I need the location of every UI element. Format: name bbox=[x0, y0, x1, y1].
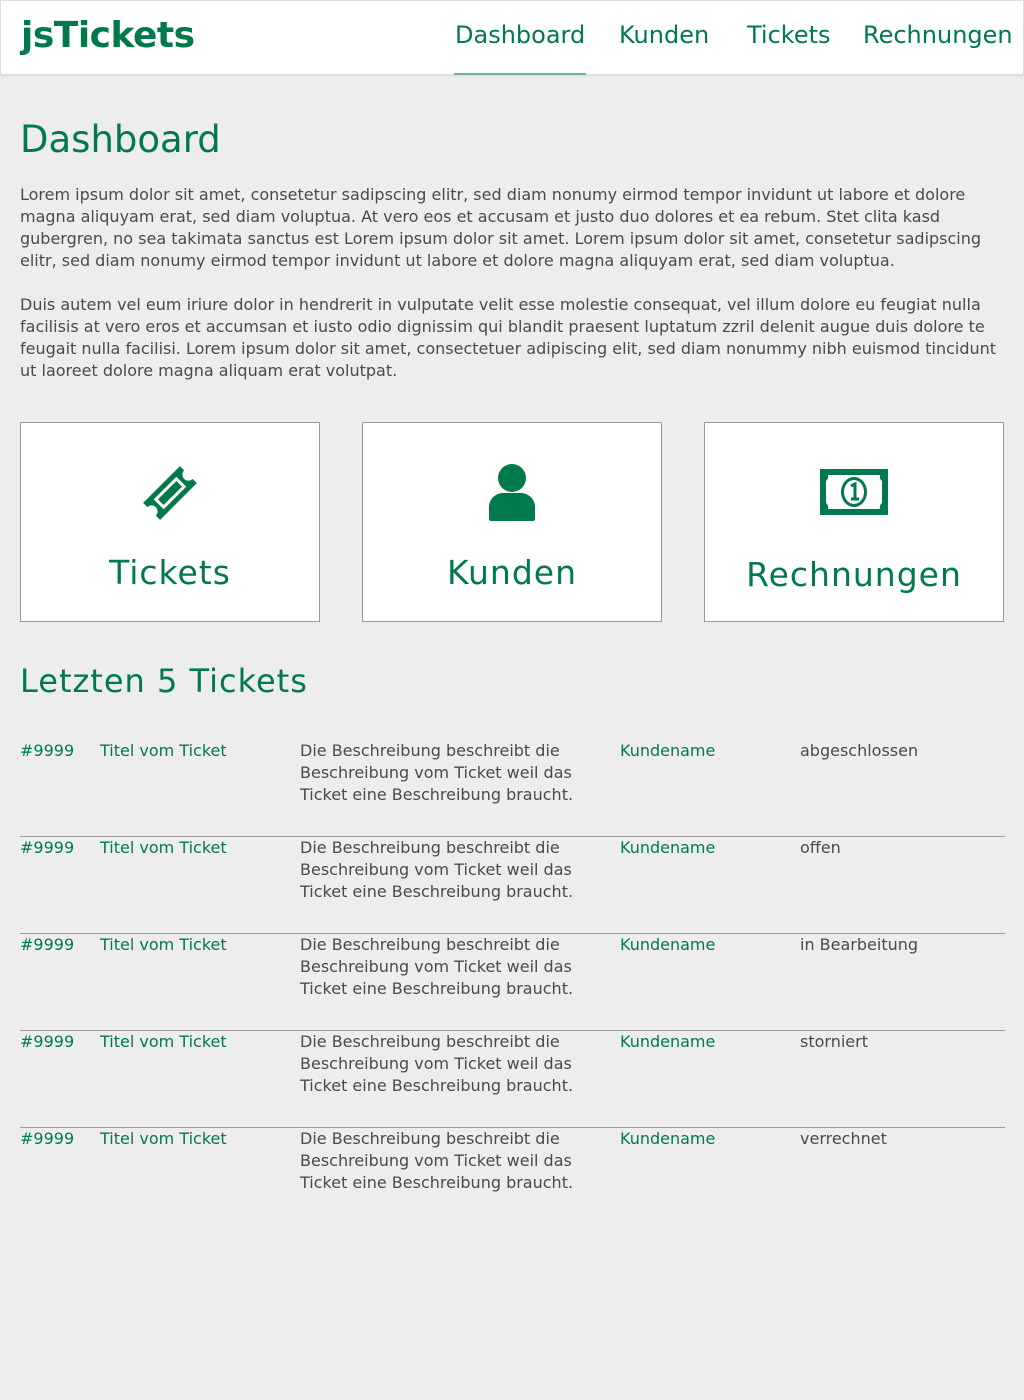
card-tickets-label: Tickets bbox=[109, 553, 231, 592]
table-row: #9999 Titel vom Ticket Die Beschreibung … bbox=[20, 837, 1005, 934]
ticket-status: verrechnet bbox=[800, 1129, 887, 1148]
ticket-title-link[interactable]: Titel vom Ticket bbox=[100, 740, 227, 762]
ticket-title-link[interactable]: Titel vom Ticket bbox=[100, 1128, 227, 1150]
user-icon bbox=[480, 461, 544, 529]
customer-link[interactable]: Kundename bbox=[620, 740, 715, 762]
ticket-description: Die Beschreibung beschreibt die Beschrei… bbox=[300, 1032, 574, 1095]
ticket-description: Die Beschreibung beschreibt die Beschrei… bbox=[300, 741, 574, 804]
recent-tickets-title: Letzten 5 Tickets bbox=[20, 662, 308, 700]
customer-link[interactable]: Kundename bbox=[620, 1031, 715, 1053]
customer-link[interactable]: Kundename bbox=[620, 934, 715, 956]
ticket-id-link[interactable]: #9999 bbox=[20, 1031, 74, 1053]
card-tickets[interactable]: Tickets bbox=[20, 422, 320, 622]
ticket-id-link[interactable]: #9999 bbox=[20, 740, 74, 762]
ticket-status: offen bbox=[800, 838, 841, 857]
top-navbar: jsTickets Dashboard Kunden Tickets Rechn… bbox=[0, 0, 1024, 75]
customer-link[interactable]: Kundename bbox=[620, 1128, 715, 1150]
ticket-title-link[interactable]: Titel vom Ticket bbox=[100, 837, 227, 859]
ticket-icon bbox=[138, 461, 202, 529]
card-kunden[interactable]: Kunden bbox=[362, 422, 662, 622]
nav-item-tickets[interactable]: Tickets bbox=[747, 21, 831, 49]
nav-item-rechnungen[interactable]: Rechnungen bbox=[863, 21, 1013, 49]
ticket-description: Die Beschreibung beschreibt die Beschrei… bbox=[300, 1129, 574, 1192]
nav-item-dashboard[interactable]: Dashboard bbox=[453, 21, 587, 75]
table-row: #9999 Titel vom Ticket Die Beschreibung … bbox=[20, 1031, 1005, 1128]
card-rechnungen[interactable]: Rechnungen bbox=[704, 422, 1004, 622]
intro-paragraph-1: Lorem ipsum dolor sit amet, consetetur s… bbox=[20, 185, 982, 270]
money-bill-icon bbox=[818, 461, 890, 529]
ticket-id-link[interactable]: #9999 bbox=[20, 1128, 74, 1150]
ticket-status: storniert bbox=[800, 1032, 868, 1051]
nav-item-kunden[interactable]: Kunden bbox=[619, 21, 709, 49]
ticket-status: in Bearbeitung bbox=[800, 935, 919, 954]
table-row: #9999 Titel vom Ticket Die Beschreibung … bbox=[20, 1128, 1005, 1225]
card-kunden-label: Kunden bbox=[447, 553, 577, 592]
ticket-title-link[interactable]: Titel vom Ticket bbox=[100, 934, 227, 956]
ticket-status: abgeschlossen bbox=[800, 741, 919, 760]
ticket-description: Die Beschreibung beschreibt die Beschrei… bbox=[300, 838, 574, 901]
card-rechnungen-label: Rechnungen bbox=[746, 555, 962, 594]
app-logo[interactable]: jsTickets bbox=[21, 15, 195, 56]
customer-link[interactable]: Kundename bbox=[620, 837, 715, 859]
intro-paragraph-2: Duis autem vel eum iriure dolor in hendr… bbox=[20, 295, 997, 380]
table-row: #9999 Titel vom Ticket Die Beschreibung … bbox=[20, 934, 1005, 1031]
page-title: Dashboard bbox=[20, 118, 221, 161]
ticket-id-link[interactable]: #9999 bbox=[20, 837, 74, 859]
table-row: #9999 Titel vom Ticket Die Beschreibung … bbox=[20, 740, 1005, 837]
ticket-description: Die Beschreibung beschreibt die Beschrei… bbox=[300, 935, 574, 998]
ticket-title-link[interactable]: Titel vom Ticket bbox=[100, 1031, 227, 1053]
ticket-id-link[interactable]: #9999 bbox=[20, 934, 74, 956]
